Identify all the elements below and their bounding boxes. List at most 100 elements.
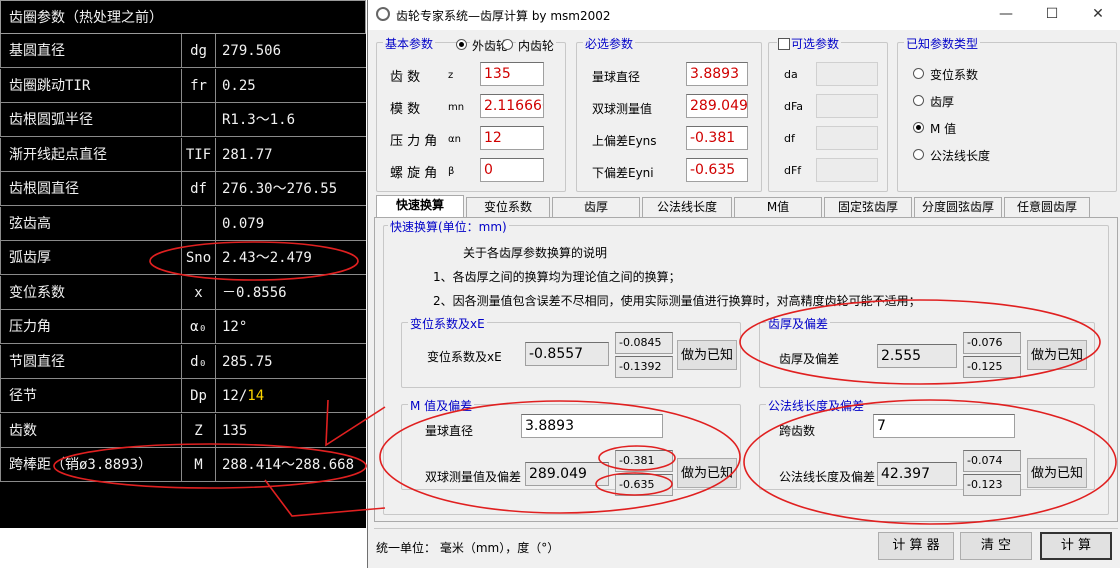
note-one: 1、各齿厚之间的换算均为理论值之间的换算； <box>433 270 681 284</box>
m-value-upper[interactable]: -0.381 <box>615 450 673 472</box>
clear-button[interactable]: 清 空 <box>960 532 1032 560</box>
tooth-thickness-set-known-button[interactable]: 做为已知 <box>1027 340 1087 370</box>
m-value-label: 双球测量值及偏差 <box>425 470 522 484</box>
spec-name: 齿根圆弧半径 <box>0 103 182 137</box>
tab-item[interactable]: 快速换算 <box>376 195 464 218</box>
spec-value: 276.30～276.55 <box>216 172 366 206</box>
spec-name: 径节 <box>0 379 182 413</box>
compute-button[interactable]: 计 算 <box>1040 532 1112 560</box>
m-value-value[interactable]: 289.049 <box>525 462 609 486</box>
required-field-input[interactable]: -0.381 <box>686 126 748 150</box>
spec-value: 12° <box>216 310 366 344</box>
base-tangent-legend: 公法线长度及偏差 <box>766 397 867 414</box>
base-tangent-lower[interactable]: -0.123 <box>963 474 1021 496</box>
m-value-legend: M 值及偏差 <box>408 397 475 414</box>
calculator-button[interactable]: 计 算 器 <box>878 532 954 560</box>
shift-coef-set-known-button[interactable]: 做为已知 <box>677 340 737 370</box>
close-button[interactable]: ✕ <box>1075 0 1120 30</box>
maximize-button[interactable]: ☐ <box>1029 0 1075 30</box>
internal-gear-radio[interactable] <box>502 39 513 50</box>
optional-field-input[interactable] <box>816 94 878 118</box>
span-count-input[interactable]: 7 <box>873 414 1015 438</box>
spec-name: 基圆直径 <box>0 34 182 68</box>
spec-symbol: fr <box>182 68 216 103</box>
required-field-label: 上偏差Eyns <box>592 134 657 148</box>
required-field-input[interactable]: 3.8893 <box>686 62 748 86</box>
spec-value: 279.506 <box>216 34 366 68</box>
known-type-radio[interactable] <box>913 68 924 79</box>
m-value-lower[interactable]: -0.635 <box>615 474 673 496</box>
required-field-label: 量球直径 <box>592 70 641 84</box>
spec-name: 齿圈跳动TIR <box>0 68 182 103</box>
tab-item[interactable]: 任意圆齿厚 <box>1004 197 1090 217</box>
required-field-input[interactable]: 289.049 <box>686 94 748 118</box>
m-value-set-known-button[interactable]: 做为已知 <box>677 458 737 488</box>
spec-row: 跨棒距（销ø3.8893） M 288.414～288.668 <box>0 448 366 482</box>
spec-row: 节圆直径 d₀ 285.75 <box>0 344 366 379</box>
optional-params-checkbox[interactable] <box>778 38 790 50</box>
spec-value: 0.25 <box>216 69 366 103</box>
spec-value-text: 285.75 <box>222 353 273 370</box>
status-divider <box>374 528 1118 529</box>
tooth-thickness-value[interactable]: 2.555 <box>877 344 957 368</box>
tab-item[interactable]: 公法线长度 <box>642 197 732 217</box>
known-type-label: 变位系数 <box>930 68 979 82</box>
optional-field-label: dFf <box>784 164 802 177</box>
spec-name: 渐开线起点直径 <box>0 137 182 172</box>
minimize-button[interactable]: — <box>983 0 1029 30</box>
spec-value-highlight: 14 <box>247 388 265 404</box>
spec-value-text: 0.079 <box>222 215 265 232</box>
tab-item[interactable]: M值 <box>734 197 822 217</box>
spec-row: 弦齿高 0.079 <box>0 206 366 241</box>
basic-field-label: 压 力 角 <box>390 134 438 149</box>
tooth-thickness-upper[interactable]: -0.076 <box>963 332 1021 354</box>
basic-field-input[interactable]: 2.116666 <box>480 94 544 118</box>
tab-item[interactable]: 齿厚 <box>552 197 640 217</box>
title-bar[interactable]: 齿轮专家系统—齿厚计算 by msm2002 — ☐ ✕ <box>368 0 1120 30</box>
shift-coef-lower[interactable]: -0.1392 <box>615 356 673 378</box>
shift-coef-upper[interactable]: -0.0845 <box>615 332 673 354</box>
tooth-thickness-lower[interactable]: -0.125 <box>963 356 1021 378</box>
spec-name: 弦齿高 <box>0 206 182 241</box>
known-type-radio[interactable] <box>913 122 924 133</box>
spec-value: 135 <box>216 414 366 448</box>
tab-item[interactable]: 固定弦齿厚 <box>824 197 912 217</box>
required-field-input[interactable]: -0.635 <box>686 158 748 182</box>
basic-field-sub: z <box>448 70 454 81</box>
spec-name: 齿数 <box>0 413 182 448</box>
ball-diameter-input[interactable]: 3.8893 <box>521 414 663 438</box>
base-tangent-value[interactable]: 42.397 <box>877 462 957 486</box>
shift-coef-value[interactable]: -0.8557 <box>525 342 609 366</box>
known-type-radio[interactable] <box>913 149 924 160</box>
optional-params-label: 可选参数 <box>791 37 840 51</box>
spec-value-text: 0.25 <box>222 77 256 94</box>
spec-name: 跨棒距（销ø3.8893） <box>0 448 182 482</box>
known-type-legend: 已知参数类型 <box>904 35 981 52</box>
spec-name: 弧齿厚 <box>0 241 182 275</box>
base-tangent-set-known-button[interactable]: 做为已知 <box>1027 458 1087 488</box>
calculator-window: 齿轮专家系统—齿厚计算 by msm2002 — ☐ ✕ 基本参数 外齿轮 内齿… <box>367 0 1120 568</box>
note-two: 2、因各测量值包含误差不尽相同，使用实际测量值进行换算时，对高精度齿轮可能不适用… <box>433 294 921 308</box>
tab-item[interactable]: 变位系数 <box>466 197 550 217</box>
internal-gear-label: 内齿轮 <box>516 37 557 54</box>
spec-value-text: 276.30～276.55 <box>222 181 338 197</box>
optional-field-input[interactable] <box>816 62 878 86</box>
spec-symbol: Dp <box>182 379 216 413</box>
span-count-label: 跨齿数 <box>779 424 816 438</box>
optional-field-input[interactable] <box>816 126 878 150</box>
required-field-label: 下偏差Eyni <box>592 166 654 180</box>
known-type-radio[interactable] <box>913 95 924 106</box>
spec-value-text: 135 <box>222 422 248 439</box>
basic-field-input[interactable]: 135 <box>480 62 544 86</box>
base-tangent-upper[interactable]: -0.074 <box>963 450 1021 472</box>
basic-field-input[interactable]: 12 <box>480 126 544 150</box>
basic-field-label: 齿 数 <box>390 70 421 85</box>
optional-field-input[interactable] <box>816 158 878 182</box>
basic-field-input[interactable]: 0 <box>480 158 544 182</box>
tab-item[interactable]: 分度圆弦齿厚 <box>914 197 1002 217</box>
spec-symbol: df <box>182 172 216 206</box>
spec-value: 288.414～288.668 <box>216 448 366 482</box>
external-gear-radio[interactable] <box>456 39 467 50</box>
spec-symbol: Z <box>182 413 216 448</box>
ball-diameter-label: 量球直径 <box>425 424 474 438</box>
